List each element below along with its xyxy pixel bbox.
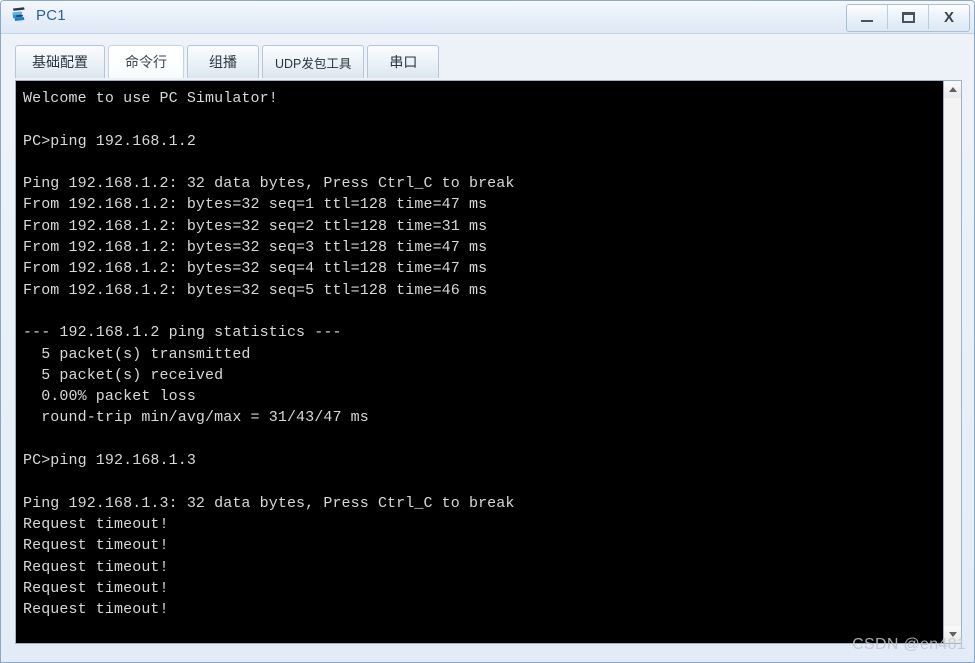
terminal-line: PC>ping 192.168.1.3 xyxy=(23,452,196,470)
pc-device-icon xyxy=(10,5,30,25)
minimize-icon xyxy=(861,20,873,22)
terminal-line: --- 192.168.1.3 ping statistics --- xyxy=(23,642,943,643)
window-controls: X xyxy=(846,4,970,32)
close-button[interactable]: X xyxy=(929,5,969,29)
maximize-button[interactable] xyxy=(888,5,929,29)
pc1-window: PC1 X 基础配置 命令行 组播 UDP发包工具 串口 Welcome to … xyxy=(0,0,975,663)
terminal-scrollbar[interactable] xyxy=(943,81,961,643)
terminal-line: Request timeout! xyxy=(23,537,169,555)
terminal-line: round-trip min/avg/max = 31/43/47 ms xyxy=(23,409,369,427)
maximize-icon xyxy=(901,11,915,23)
terminal-line: Request timeout! xyxy=(23,558,169,576)
terminal-line: Ping 192.168.1.2: 32 data bytes, Press C… xyxy=(23,175,515,193)
terminal-output[interactable]: Welcome to use PC Simulator! PC>ping 192… xyxy=(16,81,943,643)
minimize-button[interactable] xyxy=(847,5,888,29)
tab-command-line[interactable]: 命令行 xyxy=(108,45,184,78)
tab-basic-config[interactable]: 基础配置 xyxy=(15,45,105,78)
terminal-line: --- 192.168.1.2 ping statistics --- xyxy=(23,324,342,342)
tab-label: UDP发包工具 xyxy=(275,56,352,71)
terminal-panel: Welcome to use PC Simulator! PC>ping 192… xyxy=(15,80,962,644)
tab-serial-port[interactable]: 串口 xyxy=(367,45,440,78)
tab-label: 组播 xyxy=(209,54,237,70)
tab-strip: 基础配置 命令行 组播 UDP发包工具 串口 xyxy=(1,34,974,78)
terminal-line: Welcome to use PC Simulator! xyxy=(23,90,278,107)
scroll-up-button[interactable] xyxy=(944,81,961,98)
scroll-down-icon xyxy=(948,632,957,637)
title-bar: PC1 X xyxy=(1,1,974,34)
terminal-line: Request timeout! xyxy=(23,601,169,619)
terminal-line: 0.00% packet loss xyxy=(23,388,196,406)
scrollbar-track[interactable] xyxy=(944,98,961,626)
terminal-line: Ping 192.168.1.3: 32 data bytes, Press C… xyxy=(23,494,515,512)
tab-label: 基础配置 xyxy=(32,54,88,70)
terminal-line: Request timeout! xyxy=(23,515,169,533)
title-bar-left: PC1 xyxy=(10,5,66,25)
terminal-line: From 192.168.1.2: bytes=32 seq=2 ttl=128… xyxy=(23,217,488,235)
terminal-line: From 192.168.1.2: bytes=32 seq=4 ttl=128… xyxy=(23,260,488,278)
tab-udp-tool[interactable]: UDP发包工具 xyxy=(262,45,365,78)
terminal-line: From 192.168.1.2: bytes=32 seq=5 ttl=128… xyxy=(23,281,488,299)
window-title: PC1 xyxy=(36,6,66,24)
tab-multicast[interactable]: 组播 xyxy=(187,45,259,78)
terminal-line: Request timeout! xyxy=(23,579,169,597)
tab-label: 串口 xyxy=(389,54,418,70)
terminal-line: 5 packet(s) transmitted xyxy=(23,345,251,363)
scroll-up-icon xyxy=(948,87,957,92)
close-icon: X xyxy=(943,8,954,26)
scroll-down-button[interactable] xyxy=(944,626,961,643)
tab-label: 命令行 xyxy=(125,54,167,70)
terminal-line: PC>ping 192.168.1.2 xyxy=(23,132,196,150)
terminal-line: From 192.168.1.2: bytes=32 seq=3 ttl=128… xyxy=(23,239,488,257)
terminal-line: From 192.168.1.2: bytes=32 seq=1 ttl=128… xyxy=(23,196,488,214)
terminal-line: 5 packet(s) received xyxy=(23,366,224,384)
